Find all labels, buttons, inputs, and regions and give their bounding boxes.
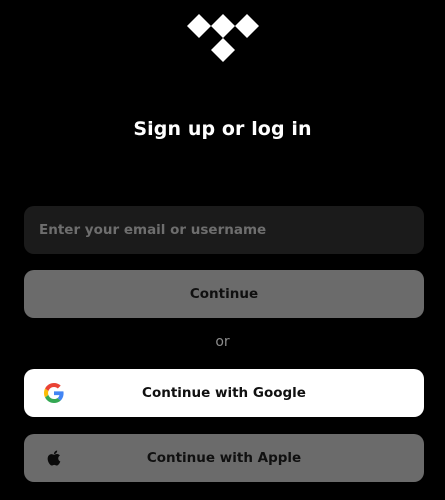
or-divider: or	[215, 334, 230, 350]
page-title: Sign up or log in	[133, 118, 312, 140]
logo-diamond-right	[235, 14, 259, 38]
continue-with-google-button[interactable]: Continue with Google	[24, 369, 424, 417]
tidal-logo-icon	[187, 14, 259, 62]
logo-diamond-left	[187, 14, 211, 38]
email-input[interactable]	[24, 206, 424, 254]
continue-with-apple-button[interactable]: Continue with Apple	[24, 434, 424, 482]
logo-diamond-center	[211, 14, 235, 38]
continue-button-label: Continue	[189, 286, 259, 302]
apple-button-label: Continue with Apple	[146, 450, 302, 466]
apple-icon	[47, 450, 61, 466]
continue-button[interactable]: Continue	[24, 270, 424, 318]
logo-diamond-bottom	[211, 38, 235, 62]
google-button-label: Continue with Google	[142, 385, 306, 401]
google-icon	[44, 383, 64, 403]
